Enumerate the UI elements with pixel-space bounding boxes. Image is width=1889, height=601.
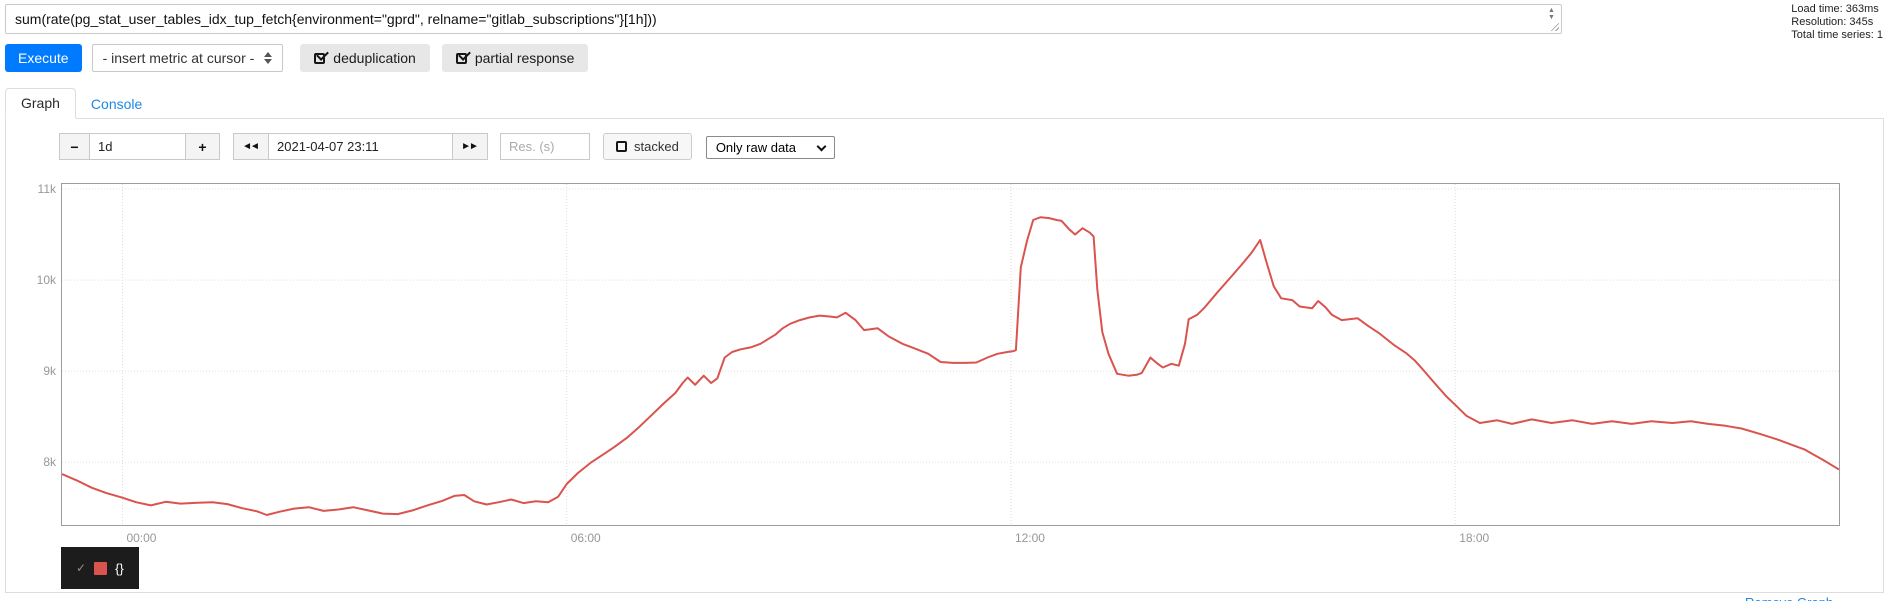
- range-increase-button[interactable]: +: [185, 133, 220, 160]
- deduplication-label: deduplication: [333, 50, 416, 66]
- x-tick-label: 00:00: [126, 531, 157, 545]
- query-stats: Load time: 363ms Resolution: 345s Total …: [1791, 3, 1883, 42]
- y-tick-label: 9k: [43, 364, 56, 379]
- partial-response-label: partial response: [474, 50, 575, 66]
- stacked-toggle[interactable]: stacked: [603, 133, 692, 160]
- x-tick-label: 06:00: [570, 531, 601, 545]
- range-group: − +: [59, 133, 220, 160]
- execute-toolbar: Execute - insert metric at cursor - dedu…: [5, 44, 589, 72]
- range-decrease-button[interactable]: −: [59, 133, 90, 160]
- range-input[interactable]: [89, 133, 186, 160]
- forward-button[interactable]: ►►: [452, 133, 488, 160]
- downsampling-select[interactable]: Only raw data: [705, 136, 836, 159]
- resolution-input[interactable]: [500, 133, 590, 160]
- insert-metric-label: - insert metric at cursor -: [102, 50, 255, 66]
- load-time: Load time: 363ms: [1791, 3, 1879, 15]
- view-tabs: Graph Console: [5, 88, 1884, 119]
- legend-check-icon: ✓: [76, 561, 87, 575]
- deduplication-toggle[interactable]: deduplication: [300, 44, 430, 72]
- query-input[interactable]: sum(rate(pg_stat_user_tables_idx_tup_fet…: [5, 4, 1562, 34]
- resolution: Resolution: 345s: [1791, 16, 1874, 28]
- y-tick-label: 8k: [43, 455, 56, 470]
- total-series: Total time series: 1: [1791, 29, 1883, 41]
- downsampling-value: Only raw data: [715, 140, 797, 155]
- chevron-down-icon: [816, 141, 827, 151]
- rewind-button[interactable]: ◄◄: [233, 133, 269, 160]
- tab-console[interactable]: Console: [76, 90, 157, 119]
- series-color-swatch: [94, 561, 108, 575]
- legend-series-label: {}: [115, 560, 124, 576]
- x-tick-label: 18:00: [1459, 531, 1490, 545]
- partial-response-toggle[interactable]: partial response: [441, 44, 589, 72]
- tab-graph[interactable]: Graph: [5, 88, 76, 119]
- execute-button[interactable]: Execute: [5, 44, 82, 72]
- unchecked-checkbox-icon: [616, 141, 627, 152]
- remove-graph-link[interactable]: Remove Graph: [1745, 595, 1833, 601]
- checked-checkbox-icon: [455, 52, 467, 64]
- y-tick-label: 10k: [36, 273, 56, 288]
- thanos-query-page: { "query_bar": { "query": "sum(rate(pg_s…: [0, 0, 1889, 601]
- query-text: sum(rate(pg_stat_user_tables_idx_tup_fet…: [15, 11, 657, 27]
- stacked-label: stacked: [634, 139, 679, 154]
- chart-plot-area[interactable]: 8k 9k 10k 11k 00:00 06:00 12:00 18:00: [37, 182, 1840, 545]
- datetime-input[interactable]: [268, 133, 453, 160]
- graph-controls: − + ◄◄ ►► stacked Only raw data: [59, 133, 836, 160]
- graph-panel: − + ◄◄ ►► stacked Only raw data 8k 9k 10k 1…: [5, 119, 1884, 593]
- select-updown-icon: [264, 52, 273, 64]
- legend-item[interactable]: ✓ {}: [61, 547, 139, 589]
- y-tick-label: 11k: [37, 182, 56, 197]
- x-tick-label: 12:00: [1014, 531, 1045, 545]
- insert-metric-select[interactable]: - insert metric at cursor -: [91, 44, 284, 72]
- scroll-up-icon[interactable]: ▲: [1548, 7, 1555, 14]
- scroll-down-icon[interactable]: ▼: [1548, 14, 1555, 21]
- line-chart-svg: [62, 184, 1839, 525]
- time-group: ◄◄ ►►: [233, 133, 488, 160]
- checked-checkbox-icon: [314, 52, 326, 64]
